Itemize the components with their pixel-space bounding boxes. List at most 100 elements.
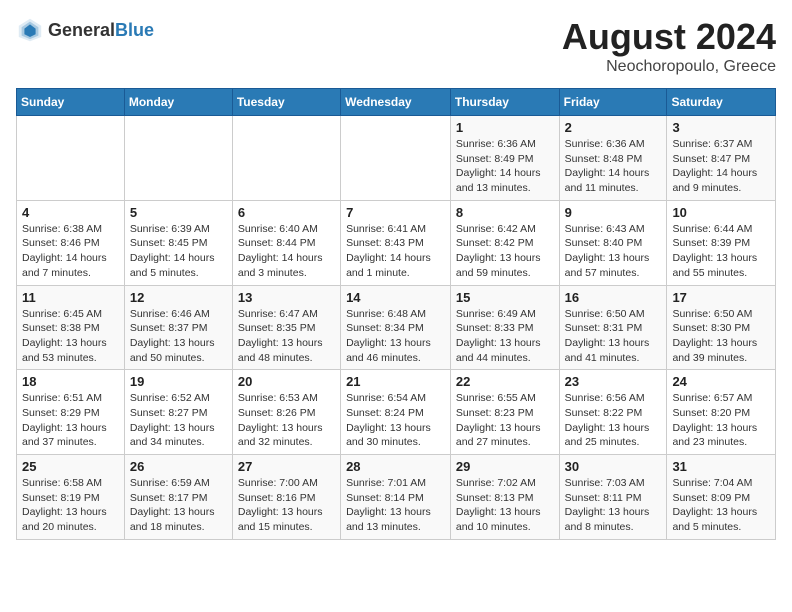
- calendar-header: SundayMondayTuesdayWednesdayThursdayFrid…: [17, 89, 776, 116]
- calendar-cell: [17, 116, 125, 201]
- calendar-cell: 11 Sunrise: 6:45 AM Sunset: 8:38 PM Dayli…: [17, 285, 125, 370]
- calendar-cell: 12 Sunrise: 6:46 AM Sunset: 8:37 PM Dayli…: [124, 285, 232, 370]
- cell-info: Sunrise: 7:01 AM Sunset: 8:14 PM Dayligh…: [346, 476, 445, 535]
- calendar-cell: 18 Sunrise: 6:51 AM Sunset: 8:29 PM Dayli…: [17, 370, 125, 455]
- cell-info: Sunrise: 6:51 AM Sunset: 8:29 PM Dayligh…: [22, 391, 119, 450]
- cell-day-number: 29: [456, 459, 554, 474]
- cell-day-number: 9: [565, 205, 662, 220]
- cell-day-number: 12: [130, 290, 227, 305]
- cell-info: Sunrise: 6:40 AM Sunset: 8:44 PM Dayligh…: [238, 222, 335, 281]
- logo-icon: [16, 16, 44, 44]
- cell-day-number: 24: [672, 374, 770, 389]
- cell-day-number: 6: [238, 205, 335, 220]
- calendar-week-2: 4 Sunrise: 6:38 AM Sunset: 8:46 PM Daylig…: [17, 200, 776, 285]
- cell-day-number: 17: [672, 290, 770, 305]
- cell-info: Sunrise: 6:49 AM Sunset: 8:33 PM Dayligh…: [456, 307, 554, 366]
- calendar-cell: 14Sunrise: 6:48 AM Sunset: 8:34 PM Dayli…: [341, 285, 451, 370]
- day-header-wednesday: Wednesday: [341, 89, 451, 116]
- cell-info: Sunrise: 6:37 AM Sunset: 8:47 PM Dayligh…: [672, 137, 770, 196]
- cell-day-number: 15: [456, 290, 554, 305]
- logo-general: General: [48, 20, 115, 41]
- calendar-cell: 5Sunrise: 6:39 AM Sunset: 8:45 PM Daylig…: [124, 200, 232, 285]
- calendar-cell: 4 Sunrise: 6:38 AM Sunset: 8:46 PM Daylig…: [17, 200, 125, 285]
- calendar-week-4: 18 Sunrise: 6:51 AM Sunset: 8:29 PM Dayli…: [17, 370, 776, 455]
- cell-day-number: 21: [346, 374, 445, 389]
- calendar-cell: [124, 116, 232, 201]
- cell-info: Sunrise: 7:00 AM Sunset: 8:16 PM Dayligh…: [238, 476, 335, 535]
- calendar-cell: 29 Sunrise: 7:02 AM Sunset: 8:13 PM Dayli…: [450, 455, 559, 540]
- calendar-cell: 9 Sunrise: 6:43 AM Sunset: 8:40 PM Daylig…: [559, 200, 667, 285]
- cell-day-number: 3: [672, 120, 770, 135]
- cell-day-number: 19: [130, 374, 227, 389]
- cell-info: Sunrise: 6:50 AM Sunset: 8:30 PM Dayligh…: [672, 307, 770, 366]
- calendar-week-3: 11 Sunrise: 6:45 AM Sunset: 8:38 PM Dayli…: [17, 285, 776, 370]
- page-header: General Blue August 2024 Neochoropoulo, …: [16, 16, 776, 76]
- day-header-sunday: Sunday: [17, 89, 125, 116]
- cell-info: Sunrise: 6:43 AM Sunset: 8:40 PM Dayligh…: [565, 222, 662, 281]
- calendar-cell: 20Sunrise: 6:53 AM Sunset: 8:26 PM Dayli…: [232, 370, 340, 455]
- header-row: SundayMondayTuesdayWednesdayThursdayFrid…: [17, 89, 776, 116]
- calendar-cell: 10Sunrise: 6:44 AM Sunset: 8:39 PM Dayli…: [667, 200, 776, 285]
- calendar-cell: 22Sunrise: 6:55 AM Sunset: 8:23 PM Dayli…: [450, 370, 559, 455]
- cell-info: Sunrise: 7:02 AM Sunset: 8:13 PM Dayligh…: [456, 476, 554, 535]
- cell-day-number: 4: [22, 205, 119, 220]
- calendar-cell: 19Sunrise: 6:52 AM Sunset: 8:27 PM Dayli…: [124, 370, 232, 455]
- calendar-table: SundayMondayTuesdayWednesdayThursdayFrid…: [16, 88, 776, 540]
- cell-day-number: 11: [22, 290, 119, 305]
- calendar-cell: 16Sunrise: 6:50 AM Sunset: 8:31 PM Dayli…: [559, 285, 667, 370]
- cell-info: Sunrise: 6:38 AM Sunset: 8:46 PM Dayligh…: [22, 222, 119, 281]
- calendar-week-5: 25 Sunrise: 6:58 AM Sunset: 8:19 PM Dayli…: [17, 455, 776, 540]
- cell-day-number: 20: [238, 374, 335, 389]
- cell-info: Sunrise: 6:45 AM Sunset: 8:38 PM Dayligh…: [22, 307, 119, 366]
- cell-day-number: 27: [238, 459, 335, 474]
- calendar-cell: 1 Sunrise: 6:36 AM Sunset: 8:49 PM Daylig…: [450, 116, 559, 201]
- cell-info: Sunrise: 6:42 AM Sunset: 8:42 PM Dayligh…: [456, 222, 554, 281]
- calendar-cell: 8Sunrise: 6:42 AM Sunset: 8:42 PM Daylig…: [450, 200, 559, 285]
- cell-day-number: 18: [22, 374, 119, 389]
- cell-day-number: 2: [565, 120, 662, 135]
- cell-day-number: 28: [346, 459, 445, 474]
- calendar-cell: 2Sunrise: 6:36 AM Sunset: 8:48 PM Daylig…: [559, 116, 667, 201]
- cell-info: Sunrise: 6:46 AM Sunset: 8:37 PM Dayligh…: [130, 307, 227, 366]
- cell-info: Sunrise: 7:03 AM Sunset: 8:11 PM Dayligh…: [565, 476, 662, 535]
- calendar-week-1: 1 Sunrise: 6:36 AM Sunset: 8:49 PM Daylig…: [17, 116, 776, 201]
- day-header-tuesday: Tuesday: [232, 89, 340, 116]
- cell-info: Sunrise: 6:59 AM Sunset: 8:17 PM Dayligh…: [130, 476, 227, 535]
- title-block: August 2024 Neochoropoulo, Greece: [562, 16, 776, 76]
- cell-day-number: 25: [22, 459, 119, 474]
- calendar-cell: 6 Sunrise: 6:40 AM Sunset: 8:44 PM Daylig…: [232, 200, 340, 285]
- cell-day-number: 23: [565, 374, 662, 389]
- calendar-cell: 28 Sunrise: 7:01 AM Sunset: 8:14 PM Dayli…: [341, 455, 451, 540]
- cell-info: Sunrise: 6:41 AM Sunset: 8:43 PM Dayligh…: [346, 222, 445, 281]
- day-header-monday: Monday: [124, 89, 232, 116]
- cell-info: Sunrise: 6:58 AM Sunset: 8:19 PM Dayligh…: [22, 476, 119, 535]
- cell-info: Sunrise: 6:44 AM Sunset: 8:39 PM Dayligh…: [672, 222, 770, 281]
- day-header-thursday: Thursday: [450, 89, 559, 116]
- calendar-cell: [341, 116, 451, 201]
- cell-day-number: 22: [456, 374, 554, 389]
- logo: General Blue: [16, 16, 154, 44]
- cell-day-number: 1: [456, 120, 554, 135]
- cell-info: Sunrise: 6:39 AM Sunset: 8:45 PM Dayligh…: [130, 222, 227, 281]
- calendar-cell: 27 Sunrise: 7:00 AM Sunset: 8:16 PM Dayli…: [232, 455, 340, 540]
- calendar-cell: 31 Sunrise: 7:04 AM Sunset: 8:09 PM Dayli…: [667, 455, 776, 540]
- cell-day-number: 26: [130, 459, 227, 474]
- calendar-cell: 7 Sunrise: 6:41 AM Sunset: 8:43 PM Daylig…: [341, 200, 451, 285]
- calendar-cell: 13 Sunrise: 6:47 AM Sunset: 8:35 PM Dayli…: [232, 285, 340, 370]
- day-header-saturday: Saturday: [667, 89, 776, 116]
- calendar-location: Neochoropoulo, Greece: [562, 58, 776, 76]
- cell-day-number: 13: [238, 290, 335, 305]
- cell-day-number: 31: [672, 459, 770, 474]
- calendar-cell: 17 Sunrise: 6:50 AM Sunset: 8:30 PM Dayli…: [667, 285, 776, 370]
- calendar-cell: 26 Sunrise: 6:59 AM Sunset: 8:17 PM Dayli…: [124, 455, 232, 540]
- calendar-cell: 3 Sunrise: 6:37 AM Sunset: 8:47 PM Daylig…: [667, 116, 776, 201]
- calendar-cell: [232, 116, 340, 201]
- cell-info: Sunrise: 6:36 AM Sunset: 8:49 PM Dayligh…: [456, 137, 554, 196]
- cell-info: Sunrise: 6:57 AM Sunset: 8:20 PM Dayligh…: [672, 391, 770, 450]
- cell-info: Sunrise: 6:48 AM Sunset: 8:34 PM Dayligh…: [346, 307, 445, 366]
- logo-blue: Blue: [115, 20, 154, 41]
- cell-info: Sunrise: 7:04 AM Sunset: 8:09 PM Dayligh…: [672, 476, 770, 535]
- cell-info: Sunrise: 6:47 AM Sunset: 8:35 PM Dayligh…: [238, 307, 335, 366]
- calendar-cell: 21Sunrise: 6:54 AM Sunset: 8:24 PM Dayli…: [341, 370, 451, 455]
- cell-day-number: 7: [346, 205, 445, 220]
